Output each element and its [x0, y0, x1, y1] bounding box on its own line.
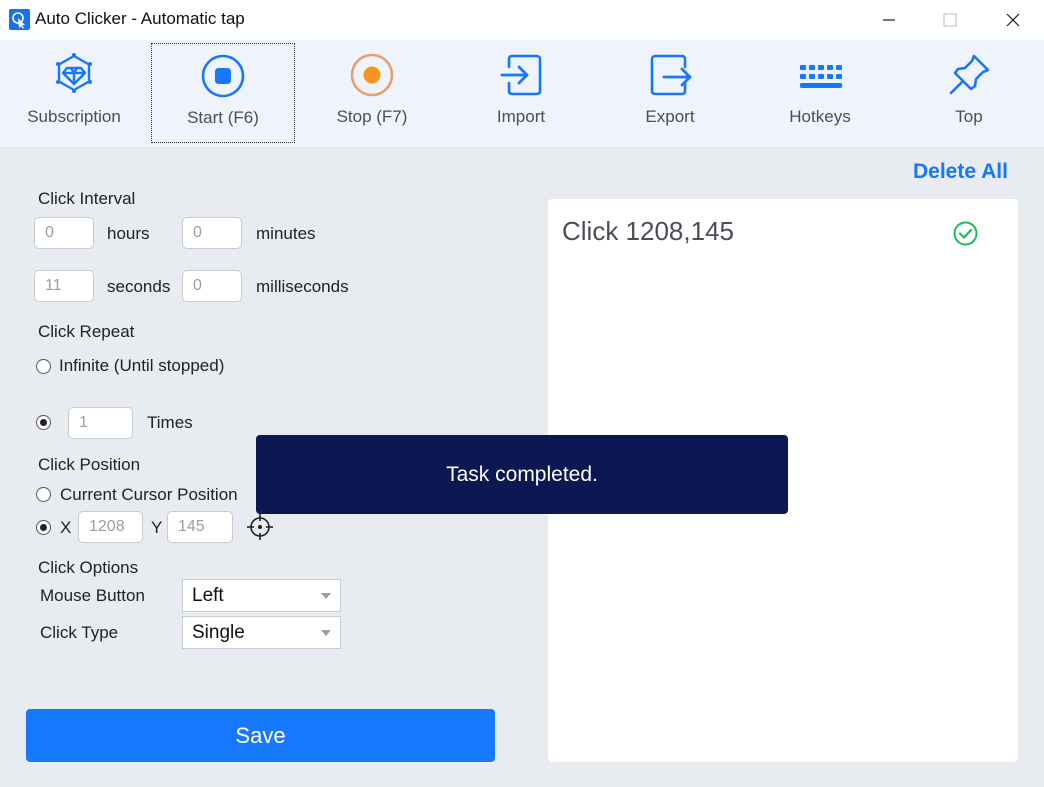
click-interval-title: Click Interval [38, 189, 136, 208]
stop-button[interactable]: Stop (F7) [300, 43, 444, 143]
click-position-title: Click Position [38, 455, 141, 474]
chevron-down-icon [321, 593, 331, 599]
click-options-title: Click Options [38, 558, 139, 577]
subscription-label: Subscription [27, 107, 121, 126]
task-item-label[interactable]: Click 1208,145 [562, 216, 734, 247]
maximize-button[interactable] [930, 4, 970, 36]
current-cursor-radio[interactable] [36, 487, 51, 502]
import-label: Import [496, 107, 546, 126]
export-icon [646, 51, 694, 99]
milliseconds-input[interactable] [182, 270, 242, 302]
x-input[interactable] [78, 511, 143, 543]
stop-label: Stop (F7) [336, 107, 408, 126]
pin-icon [945, 51, 993, 99]
hotkeys-button[interactable]: Hotkeys [748, 43, 892, 143]
import-button[interactable]: Import [449, 43, 593, 143]
export-button[interactable]: Export [598, 43, 742, 143]
y-label: Y [151, 518, 163, 537]
close-button[interactable] [993, 4, 1033, 36]
minutes-unit-label: minutes [256, 224, 316, 243]
stop-record-icon [348, 51, 396, 99]
click-type-value: Single [192, 622, 245, 643]
start-label: Start (F6) [187, 108, 259, 127]
times-label: Times [147, 413, 193, 432]
chevron-down-icon [321, 630, 331, 636]
window-title: Auto Clicker - Automatic tap [35, 9, 245, 28]
seconds-input[interactable] [34, 270, 94, 302]
mouse-button-label: Mouse Button [40, 586, 145, 605]
diamond-icon [50, 51, 98, 99]
cursor-click-icon [9, 9, 30, 30]
title-bar: Auto Clicker - Automatic tap [0, 0, 1044, 40]
toast-notification: Task completed. [256, 435, 788, 514]
top-label: Top [955, 107, 983, 126]
delete-all-button[interactable]: Delete All [913, 160, 1008, 184]
top-button[interactable]: Top [897, 43, 1041, 143]
y-input[interactable] [167, 511, 233, 543]
click-repeat-title: Click Repeat [38, 322, 135, 341]
infinite-radio[interactable] [36, 359, 51, 374]
click-type-select[interactable]: Single [182, 616, 341, 649]
subscription-button[interactable]: Subscription [2, 43, 146, 143]
export-label: Export [645, 107, 695, 126]
hours-unit-label: hours [107, 224, 150, 243]
hours-input[interactable] [34, 217, 94, 249]
keyboard-icon [796, 51, 844, 99]
minutes-input[interactable] [182, 217, 242, 249]
minimize-button[interactable] [869, 4, 909, 36]
milliseconds-unit-label: milliseconds [256, 277, 349, 296]
toolbar: Subscription Start (F6) Stop (F7) Import [0, 40, 1044, 148]
times-radio[interactable] [36, 415, 51, 430]
xy-position-radio[interactable] [36, 520, 51, 535]
minimize-icon [883, 19, 895, 21]
times-input[interactable] [68, 407, 133, 439]
infinite-label: Infinite (Until stopped) [59, 356, 225, 375]
maximize-icon [943, 13, 957, 27]
save-button[interactable]: Save [26, 709, 495, 762]
check-circle-icon [952, 220, 979, 252]
start-record-icon [199, 52, 247, 100]
seconds-unit-label: seconds [107, 277, 171, 296]
close-icon [1006, 13, 1020, 27]
current-cursor-label: Current Cursor Position [60, 485, 238, 504]
crosshair-picker-icon[interactable] [246, 513, 274, 541]
x-label: X [60, 518, 72, 537]
hotkeys-label: Hotkeys [789, 107, 851, 126]
start-button[interactable]: Start (F6) [151, 43, 295, 143]
mouse-button-select[interactable]: Left [182, 579, 341, 612]
click-type-label: Click Type [40, 623, 119, 642]
mouse-button-value: Left [192, 585, 224, 606]
import-icon [497, 51, 545, 99]
